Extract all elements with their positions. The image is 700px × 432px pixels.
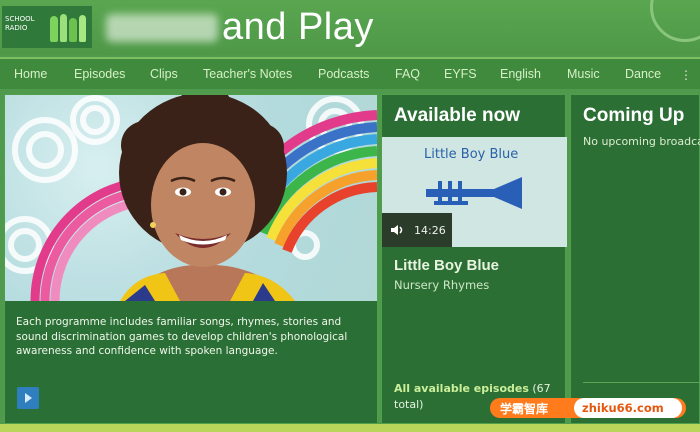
watermark-url: zhiku66.com — [574, 398, 682, 418]
watermark-cn-text: 学霸智库 — [500, 401, 549, 416]
hero-panel: Each programme includes familiar songs, … — [4, 94, 378, 424]
panel-divider — [583, 382, 700, 383]
episode-title[interactable]: Little Boy Blue — [394, 257, 499, 274]
episode-thumbnail[interactable]: Little Boy Blue 14:26 — [382, 137, 567, 247]
duration-badge: 14:26 — [382, 213, 452, 247]
school-radio-logo[interactable]: SCHOOL RADIO — [2, 6, 92, 48]
corner-decoration — [650, 0, 700, 42]
nav-item-teachers-notes[interactable]: Teacher's Notes — [203, 67, 292, 81]
available-now-panel: Available now Little Boy Blue 14:26 Litt… — [381, 94, 567, 424]
page-title: and Play — [222, 6, 374, 48]
nav-item-music[interactable]: Music — [567, 67, 600, 81]
presenter-image — [5, 95, 377, 301]
nav-item-english[interactable]: English — [500, 67, 541, 81]
presenter-illustration — [5, 95, 377, 301]
logo-figures-icon — [50, 12, 86, 42]
play-icon[interactable] — [17, 387, 39, 409]
coming-up-heading: Coming Up — [583, 105, 685, 126]
duration-text: 14:26 — [414, 223, 446, 237]
programme-description: Each programme includes familiar songs, … — [16, 316, 348, 357]
all-episodes-link[interactable]: All available episodes — [394, 382, 529, 395]
coming-up-panel: Coming Up No upcoming broadcasts — [570, 94, 700, 424]
watermark-badge: 学霸智库 zhiku66.com — [490, 398, 686, 418]
available-now-heading: Available now — [394, 105, 520, 126]
nav-item-home[interactable]: Home — [14, 67, 47, 81]
nav-item-dance[interactable]: Dance — [625, 67, 661, 81]
nav-item-eyfs[interactable]: EYFS — [444, 67, 477, 81]
no-broadcasts-text: No upcoming broadcasts — [583, 135, 700, 148]
title-blurred-word — [106, 14, 218, 42]
trumpet-icon — [426, 177, 522, 209]
speaker-icon — [391, 225, 403, 235]
nav-item-faq[interactable]: FAQ — [395, 67, 420, 81]
main-nav: Home Episodes Clips Teacher's Notes Podc… — [0, 57, 700, 89]
bottom-strip — [0, 424, 700, 432]
site-header: SCHOOL RADIO and Play — [0, 0, 700, 55]
thumbnail-title: Little Boy Blue — [424, 147, 519, 162]
episode-subtitle: Nursery Rhymes — [394, 278, 490, 292]
nav-item-podcasts[interactable]: Podcasts — [318, 67, 369, 81]
nav-item-clips[interactable]: Clips — [150, 67, 178, 81]
nav-item-episodes[interactable]: Episodes — [74, 67, 125, 81]
more-menu-icon[interactable]: ⋮ — [680, 68, 692, 82]
